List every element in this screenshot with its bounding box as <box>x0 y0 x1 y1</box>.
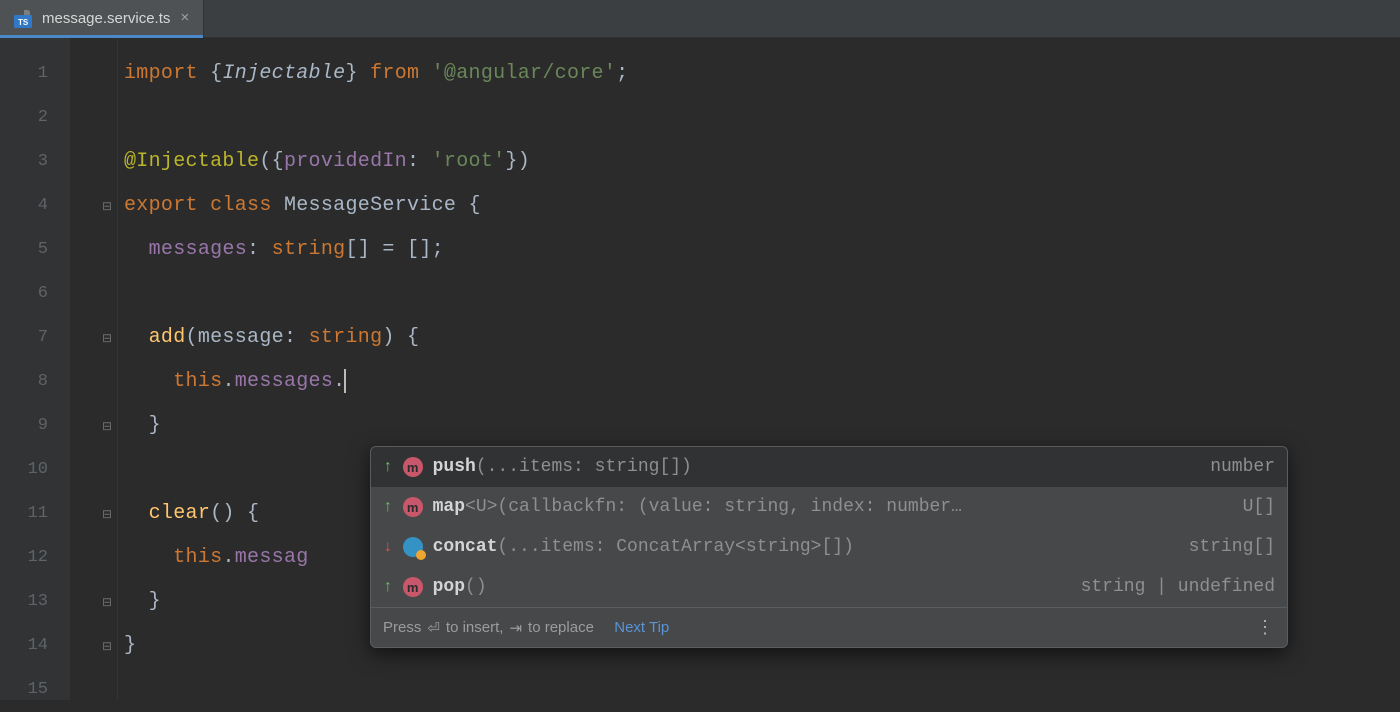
line-number: 4 <box>0 184 70 228</box>
line-number: 15 <box>0 668 70 712</box>
line-number: 10 <box>0 448 70 492</box>
line-number: 8 <box>0 360 70 404</box>
method-badge-icon: m <box>403 457 423 477</box>
completion-item[interactable]: ↑ m pop() string | undefined <box>371 567 1287 607</box>
code-line[interactable]: import {Injectable} from '@angular/core'… <box>118 52 1400 96</box>
line-number-gutter: 1 2 3 4 5 6 7 8 9 10 11 12 13 14 15 <box>0 38 70 700</box>
code-line[interactable]: export class MessageService { <box>118 184 1400 228</box>
fold-column: ⊟ ⊟ ⊟ ⊟ ⊟ ⊟ <box>70 38 118 700</box>
completion-item[interactable]: ↓ concat(...items: ConcatArray<string>[]… <box>371 527 1287 567</box>
line-number: 11 <box>0 492 70 536</box>
completion-return-type: string[] <box>1179 537 1275 557</box>
next-tip-link[interactable]: Next Tip <box>614 619 669 636</box>
sort-up-icon: ↑ <box>383 578 393 596</box>
line-number: 13 <box>0 580 70 624</box>
completion-return-type: number <box>1200 457 1275 477</box>
code-line[interactable]: this.messages. <box>118 360 1400 404</box>
fold-handle-icon[interactable]: ⊟ <box>101 640 113 652</box>
line-number: 12 <box>0 536 70 580</box>
line-number: 9 <box>0 404 70 448</box>
code-line[interactable]: @Injectable({providedIn: 'root'}) <box>118 140 1400 184</box>
svg-text:TS: TS <box>18 18 29 27</box>
tab-key-icon: ⇥ <box>509 619 522 637</box>
enter-key-icon: ⏎ <box>427 619 440 637</box>
autocomplete-popup: ↑ m push(...items: string[]) number ↑ m … <box>370 446 1288 648</box>
typescript-icon: TS <box>14 10 32 28</box>
line-number: 7 <box>0 316 70 360</box>
line-number: 2 <box>0 96 70 140</box>
fold-handle-icon[interactable]: ⊟ <box>101 200 113 212</box>
sort-down-icon: ↓ <box>383 538 393 556</box>
sort-up-icon: ↑ <box>383 458 393 476</box>
tab-bar: TS message.service.ts × <box>0 0 1400 38</box>
text-caret <box>344 369 346 393</box>
line-number: 3 <box>0 140 70 184</box>
fold-handle-icon[interactable]: ⊟ <box>101 332 113 344</box>
line-number: 6 <box>0 272 70 316</box>
tab-title: message.service.ts <box>42 10 170 27</box>
sort-up-icon: ↑ <box>383 498 393 516</box>
code-line[interactable]: add(message: string) { <box>118 316 1400 360</box>
completion-return-type: string | undefined <box>1071 577 1275 597</box>
code-line[interactable] <box>118 96 1400 140</box>
code-line[interactable]: } <box>118 404 1400 448</box>
method-badge-icon: m <box>403 497 423 517</box>
completion-item[interactable]: ↑ m map<U>(callbackfn: (value: string, i… <box>371 487 1287 527</box>
method-badge-icon: m <box>403 577 423 597</box>
autocomplete-footer: Press ⏎ to insert, ⇥ to replace Next Tip… <box>371 607 1287 647</box>
line-number: 1 <box>0 52 70 96</box>
line-number: 5 <box>0 228 70 272</box>
fold-handle-icon[interactable]: ⊟ <box>101 596 113 608</box>
close-icon[interactable]: × <box>180 10 189 27</box>
fold-handle-icon[interactable]: ⊟ <box>101 420 113 432</box>
completion-item[interactable]: ↑ m push(...items: string[]) number <box>371 447 1287 487</box>
completion-return-type: U[] <box>1233 497 1275 517</box>
editor-tab[interactable]: TS message.service.ts × <box>0 0 204 37</box>
overload-badge-icon <box>403 537 423 557</box>
code-line[interactable] <box>118 272 1400 316</box>
line-number: 14 <box>0 624 70 668</box>
editor: 1 2 3 4 5 6 7 8 9 10 11 12 13 14 15 ⊟ ⊟ … <box>0 38 1400 700</box>
more-options-icon[interactable]: ⋮ <box>1256 617 1275 638</box>
fold-handle-icon[interactable]: ⊟ <box>101 508 113 520</box>
code-line[interactable]: messages: string[] = []; <box>118 228 1400 272</box>
